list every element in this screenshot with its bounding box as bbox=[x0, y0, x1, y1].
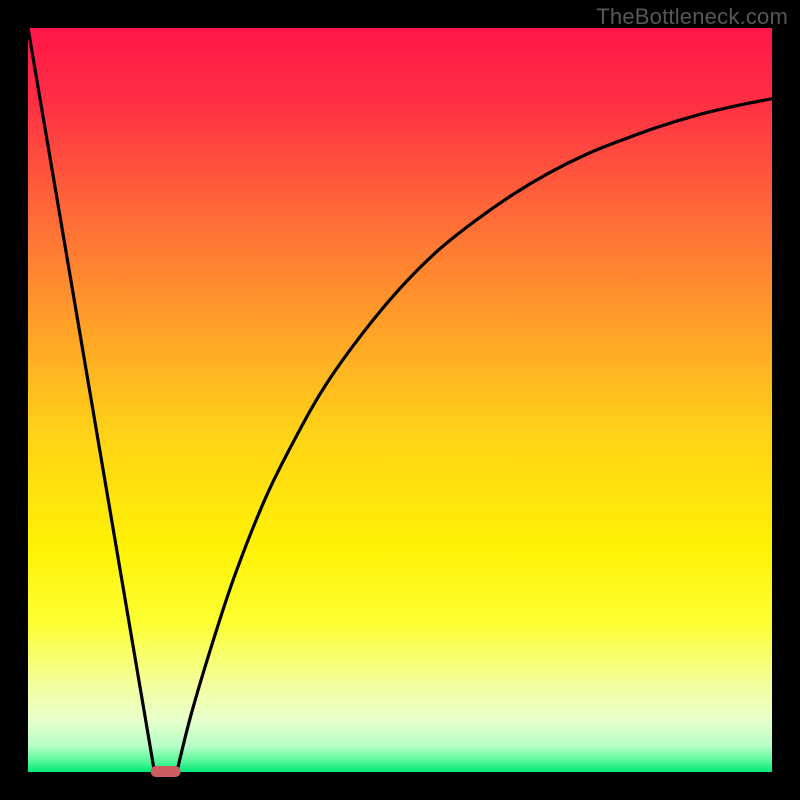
optimal-marker bbox=[151, 766, 181, 777]
chart-frame: TheBottleneck.com bbox=[0, 0, 800, 800]
bottleneck-chart bbox=[0, 0, 800, 800]
plot-background bbox=[28, 28, 772, 772]
watermark-text: TheBottleneck.com bbox=[596, 4, 788, 30]
